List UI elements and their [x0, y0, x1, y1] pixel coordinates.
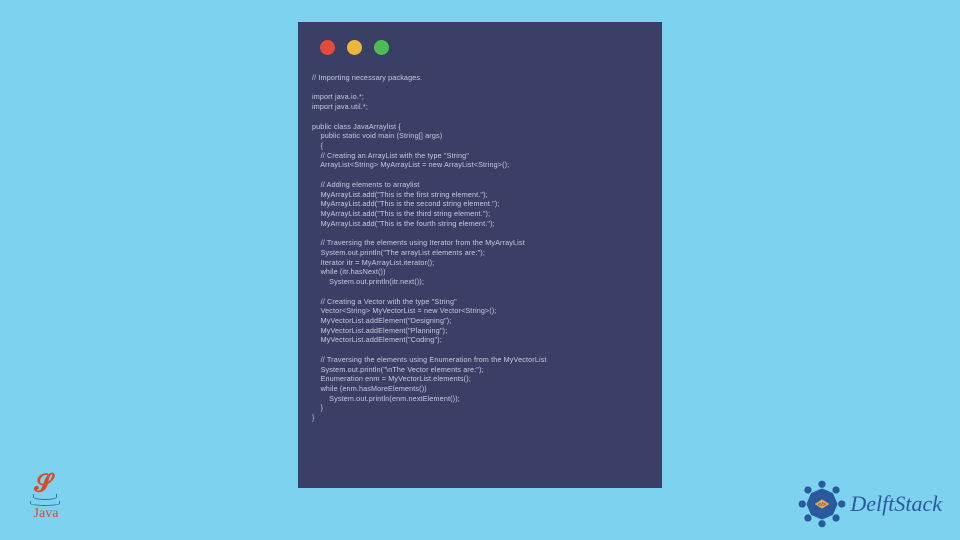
- minimize-button[interactable]: [347, 40, 362, 55]
- delftstack-badge-icon: </>: [796, 478, 848, 530]
- maximize-button[interactable]: [374, 40, 389, 55]
- delftstack-logo-text: DelftStack: [850, 491, 942, 517]
- java-cup-icon: 𝓢: [32, 474, 60, 508]
- code-content: // Importing necessary packages. import …: [312, 73, 648, 423]
- window-controls: [312, 34, 648, 55]
- code-window: // Importing necessary packages. import …: [298, 22, 662, 488]
- java-logo: 𝓢 Java: [22, 474, 70, 534]
- delftstack-logo: </> DelftStack: [796, 478, 942, 530]
- java-logo-text: Java: [34, 506, 59, 522]
- svg-text:</>: </>: [818, 502, 827, 508]
- close-button[interactable]: [320, 40, 335, 55]
